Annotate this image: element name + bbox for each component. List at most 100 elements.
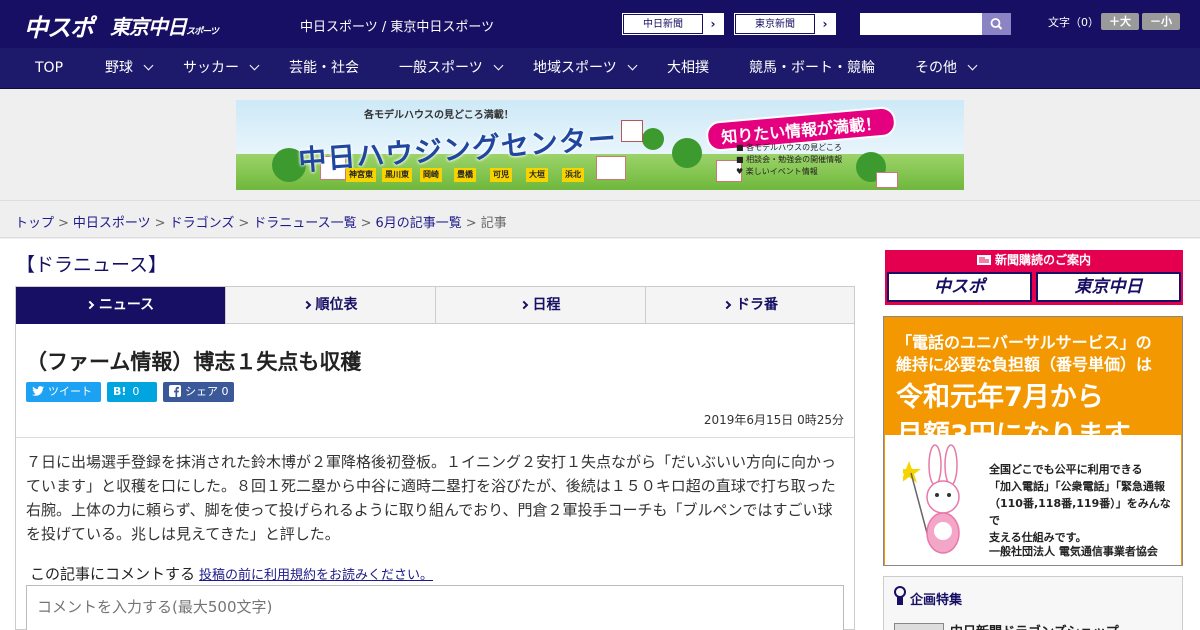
ad-sponsor: 一般社団法人 電気通信事業者協会 bbox=[989, 545, 1158, 558]
tokyo-shimbun-link[interactable]: 東京新聞 › bbox=[734, 13, 836, 35]
house-illustration bbox=[621, 120, 643, 142]
newspaper-icon bbox=[976, 255, 991, 265]
nav-item-label: 芸能・社会 bbox=[289, 60, 359, 76]
nav-item-racing[interactable]: 競馬・ボート・競輪 bbox=[749, 48, 875, 88]
tab-news[interactable]: ニュース bbox=[16, 287, 226, 331]
breadcrumb-link[interactable]: ドラゴンズ bbox=[170, 216, 235, 231]
tab-label: 順位表 bbox=[315, 297, 358, 313]
breadcrumb-separator: > bbox=[58, 216, 69, 231]
breadcrumb-link[interactable]: トップ bbox=[15, 216, 54, 231]
banner-area: 各モデルハウスの見どころ満載！ 中日ハウジングセンター 知りたい情報が満載！ ■… bbox=[0, 90, 1200, 200]
nav-item-label: 野球 bbox=[105, 60, 133, 76]
tokyo-shimbun-link-label: 東京新聞 bbox=[735, 14, 815, 34]
housing-center-banner[interactable]: 各モデルハウスの見どころ満載！ 中日ハウジングセンター 知りたい情報が満載！ ■… bbox=[236, 100, 964, 190]
tab-schedule[interactable]: 日程 bbox=[436, 287, 646, 324]
nav-item-sumo[interactable]: 大相撲 bbox=[667, 48, 709, 88]
nav-item-top[interactable]: TOP bbox=[35, 48, 63, 88]
site-header: 中スポ 東京中日スポーツ 中日スポーツ / 東京中日スポーツ 中日新聞 › 東京… bbox=[0, 0, 1200, 48]
nav-item-local-sports[interactable]: 地域スポーツ bbox=[533, 48, 638, 88]
banner-area-tag: 豊橋 bbox=[454, 168, 476, 182]
banner-area-tag: 浜北 bbox=[562, 168, 584, 182]
facebook-share-label: シェア bbox=[185, 385, 218, 398]
nav-item-entertainment[interactable]: 芸能・社会 bbox=[289, 48, 359, 88]
nav-item-soccer[interactable]: サッカー bbox=[183, 48, 260, 88]
feature-title: 企画特集 bbox=[910, 593, 963, 608]
chuspo-logo[interactable]: 中スポ bbox=[24, 8, 94, 43]
search-input[interactable] bbox=[860, 13, 982, 35]
nav-item-label: 大相撲 bbox=[667, 60, 709, 76]
facebook-share-button[interactable]: シェア 0 bbox=[163, 382, 234, 402]
chunichi-shimbun-link-label: 中日新聞 bbox=[623, 14, 703, 34]
banner-area-tag: 大垣 bbox=[526, 168, 548, 182]
banner-area-tag: 可児 bbox=[490, 168, 512, 182]
nav-item-general-sports[interactable]: 一般スポーツ bbox=[399, 48, 504, 88]
universal-service-ad[interactable]: 「電話のユニバーサルサービス」の 維持に必要な負担額（番号単価）は 令和元年7月… bbox=[883, 316, 1183, 566]
breadcrumb-link[interactable]: 6月の記事一覧 bbox=[376, 216, 462, 231]
tree-illustration bbox=[672, 138, 702, 168]
nav-item-label: 競馬・ボート・競輪 bbox=[749, 60, 875, 76]
comment-input[interactable] bbox=[26, 585, 844, 630]
article-body: ７日に出場選手登録を抹消された鈴木博が２軍降格後初登板。１イニング２安打１失点な… bbox=[26, 453, 837, 543]
feature-item-link[interactable]: 中日新聞ドラゴンズショップ bbox=[950, 621, 1119, 630]
tokyo-chunichi-subscribe-button[interactable]: 東京中日 bbox=[1036, 272, 1181, 302]
chevron-right-icon bbox=[519, 300, 528, 310]
ad-line: 「電話のユニバーサルサービス」の bbox=[896, 333, 1152, 352]
font-decrease-button[interactable]: －小 bbox=[1142, 13, 1180, 30]
medal-icon bbox=[894, 586, 906, 605]
banner-area-tag: 岡崎 bbox=[420, 168, 442, 182]
chuspo-subscribe-button[interactable]: 中スポ bbox=[887, 272, 1032, 302]
breadcrumb-separator: > bbox=[238, 216, 250, 231]
nav-item-label: 一般スポーツ bbox=[399, 60, 483, 76]
ad-line: 令和元年7月から bbox=[896, 382, 1104, 413]
ad-description-line: （110番,118番,119番）」をみんなで bbox=[989, 497, 1171, 527]
article-divider bbox=[16, 437, 854, 438]
facebook-icon bbox=[169, 385, 181, 397]
twitter-share-button[interactable]: ツイート bbox=[26, 382, 101, 402]
nav-item-label: サッカー bbox=[183, 60, 239, 76]
subscription-box: 新聞購読のご案内 中スポ 東京中日 bbox=[885, 250, 1183, 305]
tab-standings[interactable]: 順位表 bbox=[226, 287, 436, 324]
breadcrumb-separator: > bbox=[360, 216, 372, 231]
article-date: 2019年6月15日 0時25分 bbox=[703, 413, 844, 427]
ad-detail-area: 全国どこでも公平に利用できる 「加入電話」「公衆電話」「緊急通報 （110番,1… bbox=[885, 435, 1181, 565]
house-illustration bbox=[876, 172, 898, 188]
main-nav: TOP 野球 サッカー 芸能・社会 一般スポーツ 地域スポーツ 大相撲 競馬・ボ… bbox=[0, 48, 1200, 89]
banner-area-tag: 黒川東 bbox=[382, 168, 412, 182]
nav-item-baseball[interactable]: 野球 bbox=[105, 48, 154, 88]
chevron-right-icon: › bbox=[822, 17, 828, 31]
tokyo-chunichi-logo[interactable]: 東京中日スポーツ bbox=[110, 11, 219, 40]
feature-thumbnail[interactable] bbox=[894, 623, 944, 630]
banner-point-text: 楽しいイベント情報 bbox=[745, 167, 818, 176]
chevron-down-icon bbox=[967, 60, 978, 71]
site-name: 中日スポーツ / 東京中日スポーツ bbox=[300, 20, 495, 35]
breadcrumb-link[interactable]: ドラニュース一覧 bbox=[253, 216, 356, 231]
ad-description-line: 全国どこでも公平に利用できる bbox=[989, 463, 1143, 476]
tab-label: ドラ番 bbox=[736, 297, 778, 313]
feature-box: 企画特集 中日新聞ドラゴンズショップ bbox=[883, 576, 1183, 630]
breadcrumb-separator: > bbox=[465, 216, 477, 231]
chunichi-shimbun-link[interactable]: 中日新聞 › bbox=[622, 13, 724, 35]
breadcrumb-current: 記事 bbox=[480, 216, 507, 231]
font-increase-button[interactable]: ＋大 bbox=[1101, 13, 1139, 30]
tab-dora-ban[interactable]: ドラ番 bbox=[646, 287, 856, 324]
search-button[interactable] bbox=[982, 13, 1011, 35]
chevron-down-icon bbox=[627, 60, 638, 71]
twitter-bird-icon bbox=[32, 386, 44, 396]
tokyo-chunichi-logo-text: 東京中日 bbox=[110, 15, 187, 39]
banner-points: ■ 各モデルハウスの見どころ ■ 相談会・勉強会の開催情報 ♥ 楽しいイベント情… bbox=[736, 142, 842, 178]
ad-description-line: 「加入電話」「公衆電話」「緊急通報 bbox=[989, 480, 1165, 493]
tokyo-chunichi-logo-small: スポーツ bbox=[186, 27, 219, 37]
banner-top-text: 各モデルハウスの見どころ満載！ bbox=[364, 110, 514, 121]
breadcrumb-link[interactable]: 中日スポーツ bbox=[73, 216, 151, 231]
search-icon bbox=[990, 18, 1003, 30]
chevron-down-icon bbox=[493, 60, 504, 71]
tab-label: ニュース bbox=[98, 297, 155, 313]
nav-item-other[interactable]: その他 bbox=[915, 48, 978, 88]
nav-item-label: TOP bbox=[35, 60, 64, 76]
terms-of-use-link[interactable]: 投稿の前に利用規約をお読みください。 bbox=[199, 568, 433, 583]
hatena-bookmark-button[interactable]: B! 0 bbox=[107, 382, 157, 402]
subscription-title-text: 新聞購読のご案内 bbox=[994, 253, 1091, 267]
chevron-right-icon bbox=[85, 300, 95, 310]
ad-line: 維持に必要な負担額（番号単価）は bbox=[896, 355, 1153, 374]
breadcrumb-bar: トップ > 中日スポーツ > ドラゴンズ > ドラニュース一覧 >6月の記事一覧 > 記事 bbox=[0, 200, 1200, 238]
